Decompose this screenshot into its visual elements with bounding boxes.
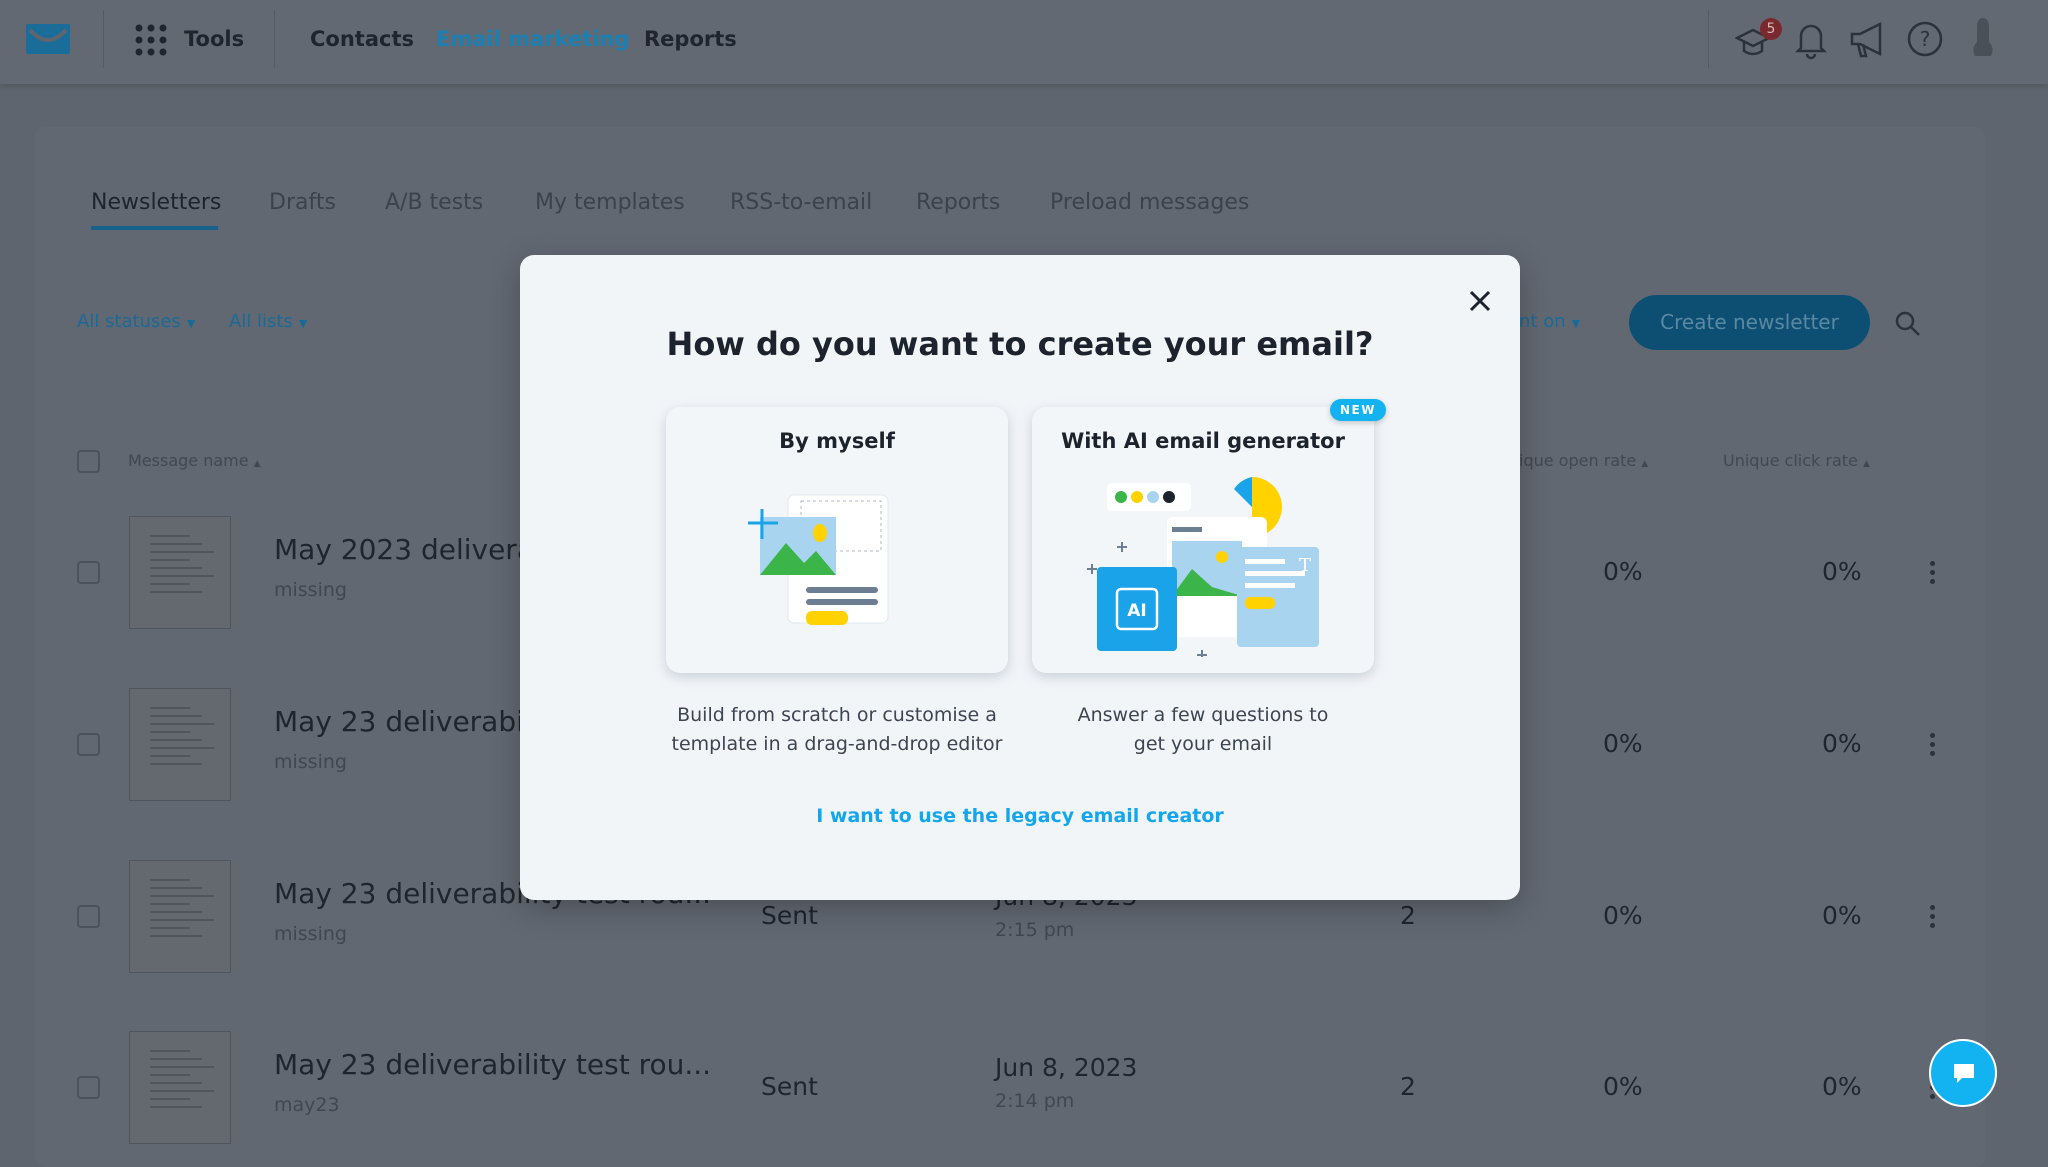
status-filter[interactable]: All statuses ▼ <box>77 311 195 332</box>
top-nav: Tools Contacts Email marketing Reports 5… <box>0 0 2048 84</box>
click-rate: 0% <box>1822 901 1862 930</box>
message-status: Sent <box>761 1072 818 1101</box>
more-options-icon[interactable] <box>1930 905 1936 932</box>
option-ai-generator[interactable]: With AI email generator NEW T AI <box>1032 399 1386 673</box>
column-label: Message name <box>128 451 249 470</box>
column-label: Unique click rate <box>1723 451 1858 470</box>
tab-preload-messages[interactable]: Preload messages <box>1050 190 1249 215</box>
nav-contacts[interactable]: Contacts <box>310 27 414 51</box>
option-title: With AI email generator <box>1061 429 1345 453</box>
message-list: may23 <box>274 1094 340 1116</box>
modal-title: How do you want to create your email? <box>666 325 1374 363</box>
sort-arrow-icon: ▲ <box>1862 459 1870 469</box>
sort-arrow-icon: ▲ <box>253 459 261 469</box>
click-rate: 0% <box>1822 1072 1862 1101</box>
email-thumbnail[interactable] <box>129 688 231 801</box>
message-list: missing <box>274 923 347 945</box>
select-all-checkbox[interactable] <box>77 450 100 473</box>
sent-time: 2:15 pm <box>995 919 1075 941</box>
option-description: Build from scratch or customise a templa… <box>671 704 1003 755</box>
bell-icon[interactable] <box>1795 20 1827 60</box>
row-checkbox[interactable] <box>77 561 100 584</box>
message-status: Sent <box>761 901 818 930</box>
open-rate: 0% <box>1603 1072 1643 1101</box>
help-icon[interactable]: ? <box>1906 20 1944 58</box>
open-rate: 0% <box>1603 557 1643 586</box>
svg-text:T: T <box>1299 555 1311 576</box>
email-thumbnail[interactable] <box>129 860 231 973</box>
chat-icon <box>1954 1064 1974 1083</box>
svg-text:AI: AI <box>1127 601 1146 621</box>
list-filter[interactable]: All lists ▼ <box>229 311 307 332</box>
tab-newsletters[interactable]: Newsletters <box>91 190 221 215</box>
row-checkbox[interactable] <box>77 1076 100 1099</box>
click-rate: 0% <box>1822 557 1862 586</box>
message-list: missing <box>274 751 347 773</box>
megaphone-icon[interactable] <box>1848 20 1890 60</box>
new-badge: NEW <box>1330 399 1386 421</box>
tab-rss-to-email[interactable]: RSS-to-email <box>730 190 872 215</box>
nav-reports[interactable]: Reports <box>644 27 737 51</box>
open-rate: 0% <box>1603 729 1643 758</box>
message-name[interactable]: May 2023 deliverab <box>274 533 552 566</box>
logo-icon[interactable] <box>26 24 70 54</box>
tab-ab-tests[interactable]: A/B tests <box>385 190 483 215</box>
sent-time: 2:14 pm <box>995 1090 1075 1112</box>
column-message-name[interactable]: Message name ▲ <box>128 451 261 470</box>
svg-text:?: ? <box>1920 27 1931 51</box>
notification-badge: 5 <box>1760 18 1782 40</box>
sort-arrow-icon: ▲ <box>1641 459 1649 469</box>
email-thumbnail[interactable] <box>129 1031 231 1144</box>
message-name[interactable]: May 23 deliverabili <box>274 705 539 738</box>
nav-email-marketing[interactable]: Email marketing <box>436 27 629 51</box>
column-label: ique open rate <box>1519 451 1637 470</box>
search-icon[interactable] <box>1894 310 1922 338</box>
option-title: By myself <box>779 429 895 453</box>
option-by-myself[interactable]: By myself <box>666 407 1008 673</box>
column-open-rate[interactable]: ique open rate ▲ <box>1519 451 1648 470</box>
create-newsletter-button[interactable]: Create newsletter <box>1629 295 1870 350</box>
message-name[interactable]: May 23 deliverability test rou... <box>274 1048 711 1081</box>
caret-down-icon: ▼ <box>298 317 308 330</box>
option-description: Answer a few questions to get your email <box>1077 704 1329 755</box>
avatar[interactable] <box>1965 16 2001 60</box>
sent-date: Jun 8, 2023 <box>995 1053 1138 1082</box>
tab-my-templates[interactable]: My templates <box>535 190 685 215</box>
ai-generator-illustration: T AI <box>1087 477 1319 657</box>
recipients-count: 2 <box>1400 901 1416 930</box>
open-rate: 0% <box>1603 901 1643 930</box>
tab-reports[interactable]: Reports <box>916 190 1000 215</box>
chat-button[interactable] <box>1929 1039 1997 1107</box>
message-list: missing <box>274 579 347 601</box>
column-click-rate[interactable]: Unique click rate ▲ <box>1723 451 1870 470</box>
legacy-email-creator-link[interactable]: I want to use the legacy email creator <box>520 805 1520 827</box>
sort-filter[interactable]: nt on ▼ <box>1519 311 1580 332</box>
close-icon[interactable] <box>1468 289 1492 313</box>
email-thumbnail[interactable] <box>129 516 231 629</box>
caret-down-icon: ▼ <box>186 317 196 330</box>
recipients-count: 2 <box>1400 1072 1416 1101</box>
tools-menu[interactable]: Tools <box>184 27 244 51</box>
row-checkbox[interactable] <box>77 733 100 756</box>
active-tab-indicator <box>91 226 218 230</box>
create-email-modal: How do you want to create your email? By… <box>520 255 1520 900</box>
status-filter-label: All statuses <box>77 311 181 332</box>
more-options-icon[interactable] <box>1930 561 1936 588</box>
list-filter-label: All lists <box>229 311 293 332</box>
sort-filter-label: nt on <box>1519 311 1566 332</box>
drag-drop-editor-illustration <box>748 494 889 625</box>
apps-grid-icon[interactable] <box>135 24 167 56</box>
row-checkbox[interactable] <box>77 905 100 928</box>
click-rate: 0% <box>1822 729 1862 758</box>
caret-down-icon: ▼ <box>1571 317 1581 330</box>
more-options-icon[interactable] <box>1930 733 1936 760</box>
tab-drafts[interactable]: Drafts <box>269 190 336 215</box>
